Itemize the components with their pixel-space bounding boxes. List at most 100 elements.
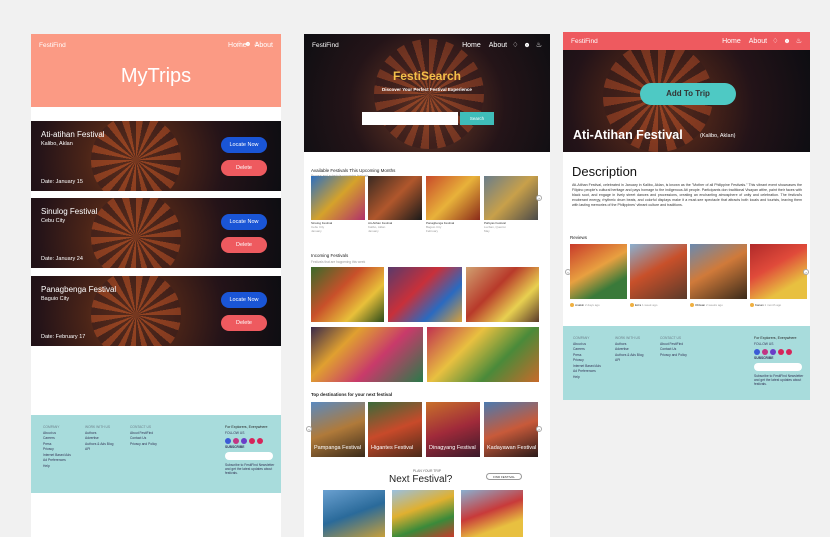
footer-link[interactable]: Help xyxy=(573,375,601,379)
hero-subtitle: Discover Your Perfect Festival Experienc… xyxy=(382,87,472,92)
footer-link[interactable]: Ad Preferences xyxy=(573,369,601,373)
carousel-next-icon[interactable]: › xyxy=(803,269,809,275)
bell-icon[interactable]: ♨ xyxy=(536,41,542,49)
destination-card[interactable]: Higantes Festival xyxy=(368,402,422,457)
incoming-photo[interactable] xyxy=(311,267,384,322)
footer-link[interactable]: Authors xyxy=(615,342,643,346)
review-photo[interactable] xyxy=(570,244,627,299)
festival-photo[interactable] xyxy=(323,490,385,537)
footer-link[interactable]: Internet Based Ads xyxy=(43,453,71,457)
search-hero: FestiFind Home About ♢ ☻ ♨ FestiSearch D… xyxy=(304,34,550,152)
pinterest-icon[interactable] xyxy=(786,348,792,355)
review-time: 2 weeks ago xyxy=(706,303,723,307)
brand-logo[interactable]: FestiFind xyxy=(39,42,220,49)
destination-card[interactable]: Kadayawan Festival xyxy=(484,402,538,457)
destination-card[interactable]: Dinagyang Festival xyxy=(426,402,480,457)
nav-home-link[interactable]: Home xyxy=(722,38,741,45)
festival-month: January xyxy=(368,229,379,233)
festival-photo[interactable] xyxy=(484,176,538,220)
footer-link[interactable]: Careers xyxy=(573,347,601,351)
bell-icon[interactable]: ♨ xyxy=(796,37,802,45)
search-button[interactable]: Search xyxy=(460,112,494,125)
bell-icon[interactable]: ♨ xyxy=(254,41,260,48)
footer-link[interactable]: Internet Based Ads xyxy=(573,364,601,368)
subscribe-input[interactable] xyxy=(225,452,273,460)
footer-link[interactable]: About FestiFind xyxy=(660,342,687,346)
nav-about-link[interactable]: About xyxy=(489,42,507,49)
reviewer: Kanan 1 month ago xyxy=(750,303,781,308)
footer-link[interactable]: Ad Preferences xyxy=(43,458,71,462)
facebook-icon[interactable] xyxy=(754,348,760,355)
carousel-next-icon[interactable]: › xyxy=(536,195,542,201)
twitter-icon[interactable] xyxy=(770,348,776,355)
footer-link[interactable]: Press xyxy=(43,442,71,446)
incoming-photo[interactable] xyxy=(388,267,462,322)
trip-icon[interactable]: ♢ xyxy=(512,41,518,49)
carousel-next-icon[interactable]: › xyxy=(536,426,542,432)
brand-logo[interactable]: FestiFind xyxy=(571,38,714,45)
locate-now-button[interactable]: Locate Now xyxy=(221,137,267,153)
review-photo[interactable] xyxy=(750,244,807,299)
search-input[interactable] xyxy=(362,112,458,125)
destination-card[interactable]: Pampanga Festival xyxy=(311,402,365,457)
festival-photo[interactable] xyxy=(426,176,480,220)
locate-now-button[interactable]: Locate Now xyxy=(221,292,267,308)
twitter-icon[interactable] xyxy=(241,437,247,444)
footer-link[interactable]: Privacy xyxy=(573,358,601,362)
youtube-icon[interactable] xyxy=(778,348,784,355)
footer-link[interactable]: About us xyxy=(573,342,601,346)
festival-caption: Ati-Atihan Festival Kalibo, Aklan January xyxy=(368,221,392,233)
footer-link[interactable]: API xyxy=(615,358,643,362)
footer-link[interactable]: Authors & Ads Blog xyxy=(85,442,113,446)
incoming-photo[interactable] xyxy=(427,327,539,382)
footer-link[interactable]: About FestiFind xyxy=(130,431,157,435)
review-photo[interactable] xyxy=(690,244,747,299)
festival-photo[interactable] xyxy=(461,490,523,537)
user-icon[interactable]: ☻ xyxy=(523,42,530,49)
brand-logo[interactable]: FestiFind xyxy=(312,42,454,49)
footer-link[interactable]: Advertise xyxy=(85,436,113,440)
find-festival-button[interactable]: FIND FESTIVAL xyxy=(486,473,522,480)
pinterest-icon[interactable] xyxy=(257,437,263,444)
review-photo[interactable] xyxy=(630,244,687,299)
footer-heading: WORK WITH US xyxy=(615,336,641,340)
footer-link[interactable]: Press xyxy=(573,353,601,357)
delete-button[interactable]: Delete xyxy=(221,237,267,253)
youtube-icon[interactable] xyxy=(249,437,255,444)
footer-link[interactable]: Privacy and Policy xyxy=(660,353,687,357)
festival-photo[interactable] xyxy=(392,490,454,537)
locate-now-button[interactable]: Locate Now xyxy=(221,214,267,230)
reviewer: Obiwan 2 weeks ago xyxy=(690,303,723,308)
reviewer-name: Obiwan xyxy=(695,303,706,307)
delete-button[interactable]: Delete xyxy=(221,315,267,331)
footer-link[interactable]: Careers xyxy=(43,436,71,440)
carousel-prev-icon[interactable]: ‹ xyxy=(306,426,312,432)
footer-link[interactable]: Privacy and Policy xyxy=(130,442,157,446)
subscribe-input[interactable] xyxy=(754,363,802,371)
footer-link[interactable]: About us xyxy=(43,431,71,435)
user-icon[interactable]: ☻ xyxy=(244,41,251,48)
page-title: MyTrips xyxy=(120,65,192,87)
footer-link[interactable]: Authors & Ads Blog xyxy=(615,353,643,357)
incoming-photo[interactable] xyxy=(311,327,423,382)
footer-link[interactable]: Help xyxy=(43,464,71,468)
festival-photo[interactable] xyxy=(368,176,422,220)
footer-link[interactable]: Privacy xyxy=(43,447,71,451)
trip-icon[interactable]: ♢ xyxy=(236,41,242,48)
incoming-photo[interactable] xyxy=(466,267,539,322)
delete-button[interactable]: Delete xyxy=(221,160,267,176)
add-to-trip-button[interactable]: Add To Trip xyxy=(640,83,736,105)
footer-link[interactable]: Authors xyxy=(85,431,113,435)
festival-photo[interactable] xyxy=(311,176,365,220)
footer-link[interactable]: Contact Us xyxy=(660,347,687,351)
nav-home-link[interactable]: Home xyxy=(462,42,481,49)
instagram-icon[interactable] xyxy=(762,348,768,355)
trip-icon[interactable]: ♢ xyxy=(772,37,778,45)
footer-link[interactable]: Advertise xyxy=(615,347,643,351)
facebook-icon[interactable] xyxy=(225,437,231,444)
user-icon[interactable]: ☻ xyxy=(783,38,790,45)
nav-about-link[interactable]: About xyxy=(749,38,767,45)
instagram-icon[interactable] xyxy=(233,437,239,444)
footer-link[interactable]: API xyxy=(85,447,113,451)
footer-link[interactable]: Contact Us xyxy=(130,436,157,440)
